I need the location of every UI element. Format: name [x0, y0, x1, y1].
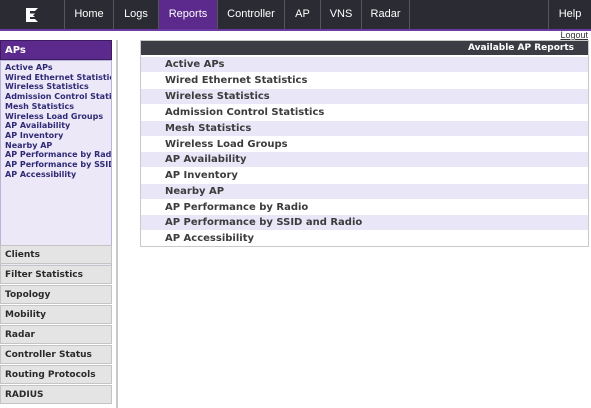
report-link-ap-performance-by-ssid-and-radio[interactable]: AP Performance by SSID and Radio	[141, 215, 588, 230]
sidebar-link-ap-performance-by-ssid-and-radio[interactable]: AP Performance by SSID and Radio	[1, 160, 111, 170]
report-link-ap-availability[interactable]: AP Availability	[141, 152, 588, 167]
top-navigation-bar: Home Logs Reports Controller AP VNS Rada…	[0, 0, 591, 29]
report-link-admission-control-statistics[interactable]: Admission Control Statistics	[141, 105, 588, 120]
sidebar-link-ap-accessibility[interactable]: AP Accessibility	[1, 170, 111, 180]
report-link-nearby-ap[interactable]: Nearby AP	[141, 184, 588, 199]
sidebar: APs Active APs Wired Ethernet Statistics…	[0, 40, 118, 408]
sidebar-link-ap-performance-by-radio[interactable]: AP Performance by Radio	[1, 150, 111, 160]
nav-tab-reports[interactable]: Reports	[159, 0, 218, 29]
panel-title: Available AP Reports	[141, 41, 588, 55]
nav-tab-logs[interactable]: Logs	[114, 0, 159, 29]
nav-tab-radar[interactable]: Radar	[362, 0, 410, 29]
sidebar-link-wired-ethernet-statistics[interactable]: Wired Ethernet Statistics	[1, 73, 111, 83]
sidebar-section-mobility[interactable]: Mobility	[0, 305, 112, 324]
nav-tab-home[interactable]: Home	[65, 0, 114, 29]
sidebar-section-topology[interactable]: Topology	[0, 285, 112, 304]
sidebar-link-ap-availability[interactable]: AP Availability	[1, 121, 111, 131]
nav-tab-help[interactable]: Help	[548, 0, 591, 29]
sidebar-section-controller-status[interactable]: Controller Status	[0, 345, 112, 364]
report-link-wireless-statistics[interactable]: Wireless Statistics	[141, 89, 588, 104]
sidebar-link-ap-inventory[interactable]: AP Inventory	[1, 131, 111, 141]
sidebar-link-active-aps[interactable]: Active APs	[1, 63, 111, 73]
sidebar-section-routing-protocols[interactable]: Routing Protocols	[0, 365, 112, 384]
report-link-active-aps[interactable]: Active APs	[141, 57, 588, 72]
nav-tab-controller[interactable]: Controller	[218, 0, 285, 29]
sidebar-link-wireless-load-groups[interactable]: Wireless Load Groups	[1, 112, 111, 122]
report-link-wired-ethernet-statistics[interactable]: Wired Ethernet Statistics	[141, 73, 588, 88]
report-link-ap-performance-by-radio[interactable]: AP Performance by Radio	[141, 200, 588, 215]
sidebar-link-mesh-statistics[interactable]: Mesh Statistics	[1, 102, 111, 112]
sidebar-section-aps[interactable]: APs	[0, 40, 112, 60]
report-link-ap-inventory[interactable]: AP Inventory	[141, 168, 588, 183]
sidebar-link-wireless-statistics[interactable]: Wireless Statistics	[1, 82, 111, 92]
sidebar-section-radius[interactable]: RADIUS	[0, 385, 112, 404]
logout-link[interactable]: Logout	[560, 30, 588, 40]
sidebar-link-admission-control-statistics[interactable]: Admission Control Statistics	[1, 92, 111, 102]
nav-tab-vns[interactable]: VNS	[321, 0, 362, 29]
sidebar-section-filter-statistics[interactable]: Filter Statistics	[0, 265, 112, 284]
nav-tab-ap[interactable]: AP	[285, 0, 321, 29]
nav-underline	[0, 29, 591, 31]
report-link-mesh-statistics[interactable]: Mesh Statistics	[141, 121, 588, 136]
available-ap-reports-panel: Available AP Reports Active APs Wired Et…	[140, 40, 589, 247]
sidebar-link-nearby-ap[interactable]: Nearby AP	[1, 141, 111, 151]
report-link-wireless-load-groups[interactable]: Wireless Load Groups	[141, 137, 588, 152]
report-link-ap-accessibility[interactable]: AP Accessibility	[141, 231, 588, 246]
extreme-logo-icon[interactable]	[0, 0, 65, 29]
sidebar-section-radar[interactable]: Radar	[0, 325, 112, 344]
sidebar-section-clients[interactable]: Clients	[0, 245, 112, 264]
